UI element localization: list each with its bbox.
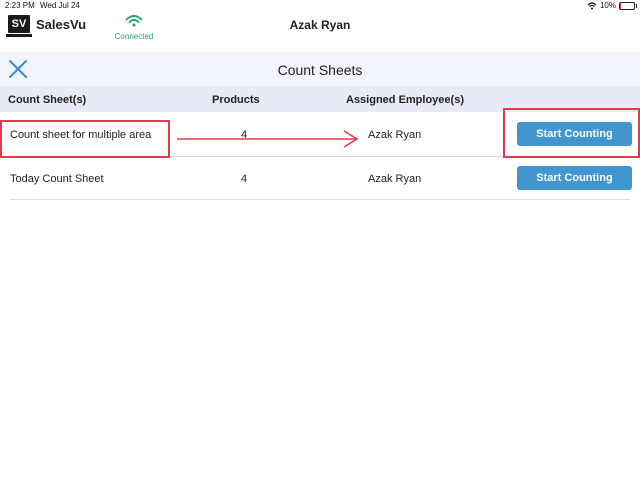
arrow-right-icon [177, 130, 359, 148]
